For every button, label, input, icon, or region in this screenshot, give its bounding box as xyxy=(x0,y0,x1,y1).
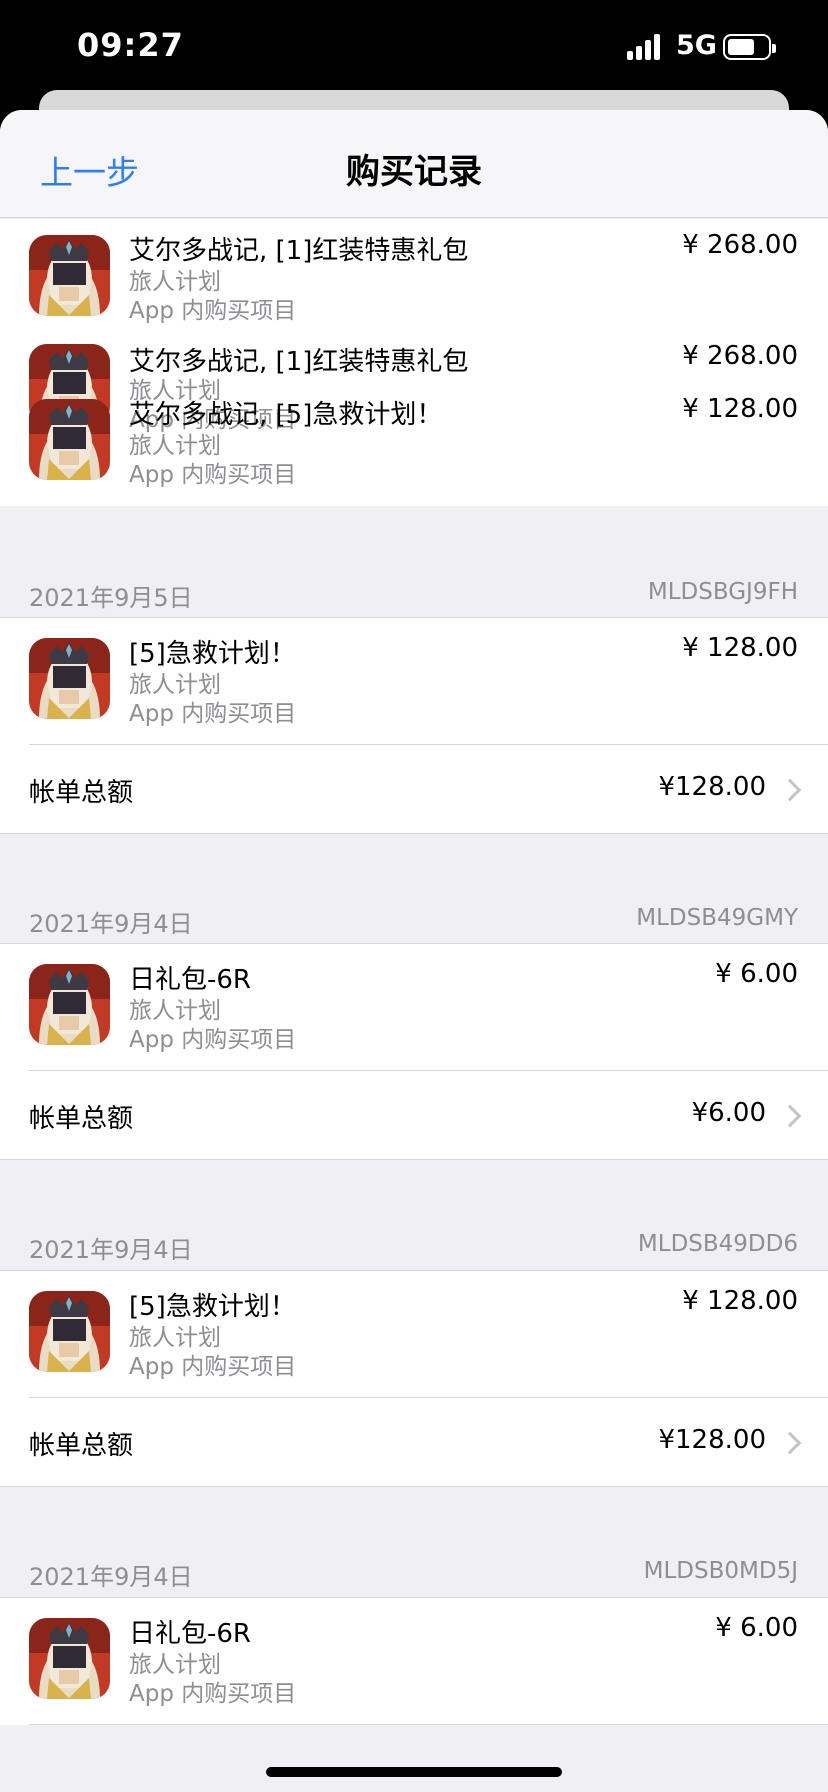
item-price: ¥ 6.00 xyxy=(715,1613,798,1643)
purchase-group: 日礼包-6R 旅人计划 App 内购买项目 ¥ 6.00 xyxy=(0,1597,828,1792)
item-price: ¥ 128.00 xyxy=(682,394,798,424)
list-footer xyxy=(0,1725,828,1792)
bill-total-amount: ¥128.00 xyxy=(658,1425,766,1455)
item-type: App 内购买项目 xyxy=(129,1027,297,1053)
signal-strength-icon xyxy=(627,32,667,60)
purchase-history-sheet: 上一步 购买记录 艾尔多战记, [1]红装特惠礼包 旅人计划 App 内购买项目… xyxy=(0,110,828,1792)
game-app-icon xyxy=(29,1618,110,1699)
purchase-group: 日礼包-6R 旅人计划 App 内购买项目 ¥ 6.00 帐单总额 ¥6.00 xyxy=(0,943,828,1160)
status-bar: 09:27 5G xyxy=(0,0,828,100)
bill-total-row[interactable]: 帐单总额 ¥6.00 xyxy=(0,1071,828,1160)
order-id: MLDSB0MD5J xyxy=(643,1558,798,1584)
purchase-date: 2021年9月4日 xyxy=(29,1236,193,1264)
purchase-date: 2021年9月4日 xyxy=(29,910,193,938)
chevron-right-icon xyxy=(778,1104,802,1128)
network-type: 5G xyxy=(676,30,717,61)
item-price: ¥ 128.00 xyxy=(682,633,798,663)
game-app-icon xyxy=(29,964,110,1045)
bill-total-label: 帐单总额 xyxy=(29,1104,134,1134)
order-id: MLDSBGJ9FH xyxy=(647,579,798,605)
chevron-right-icon xyxy=(778,1431,802,1455)
battery-icon xyxy=(723,34,776,60)
purchase-group: [5]急救计划！ 旅人计划 App 内购买项目 ¥ 128.00 帐单总额 ¥1… xyxy=(0,1270,828,1487)
bill-total-row[interactable]: 帐单总额 ¥128.00 xyxy=(0,745,828,834)
chevron-right-icon xyxy=(778,778,802,802)
status-time: 09:27 xyxy=(77,26,184,64)
game-app-icon xyxy=(29,235,110,316)
purchase-date: 2021年9月5日 xyxy=(29,584,193,612)
home-indicator[interactable] xyxy=(266,1767,562,1777)
game-app-icon xyxy=(29,399,110,480)
game-app-icon xyxy=(29,1291,110,1372)
bill-total-label: 帐单总额 xyxy=(29,778,134,808)
bill-total-label: 帐单总额 xyxy=(29,1431,134,1461)
purchase-group: [5]急救计划！ 旅人计划 App 内购买项目 ¥ 128.00 帐单总额 ¥1… xyxy=(0,617,828,834)
item-type: App 内购买项目 xyxy=(129,701,297,727)
bill-total-amount: ¥128.00 xyxy=(658,772,766,802)
item-type: App 内购买项目 xyxy=(129,1681,297,1707)
item-type: App 内购买项目 xyxy=(129,462,297,488)
game-app-icon xyxy=(29,638,110,719)
item-type: App 内购买项目 xyxy=(129,1354,297,1380)
item-price: ¥ 268.00 xyxy=(682,230,798,260)
bill-total-amount: ¥6.00 xyxy=(691,1098,766,1128)
order-id: MLDSB49DD6 xyxy=(637,1231,798,1257)
item-type: App 内购买项目 xyxy=(129,298,297,324)
order-id: MLDSB49GMY xyxy=(636,905,798,931)
item-price: ¥ 128.00 xyxy=(682,1286,798,1316)
bill-total-row[interactable]: 帐单总额 ¥128.00 xyxy=(0,1398,828,1487)
purchase-date: 2021年9月4日 xyxy=(29,1563,193,1591)
item-price: ¥ 6.00 xyxy=(715,959,798,989)
